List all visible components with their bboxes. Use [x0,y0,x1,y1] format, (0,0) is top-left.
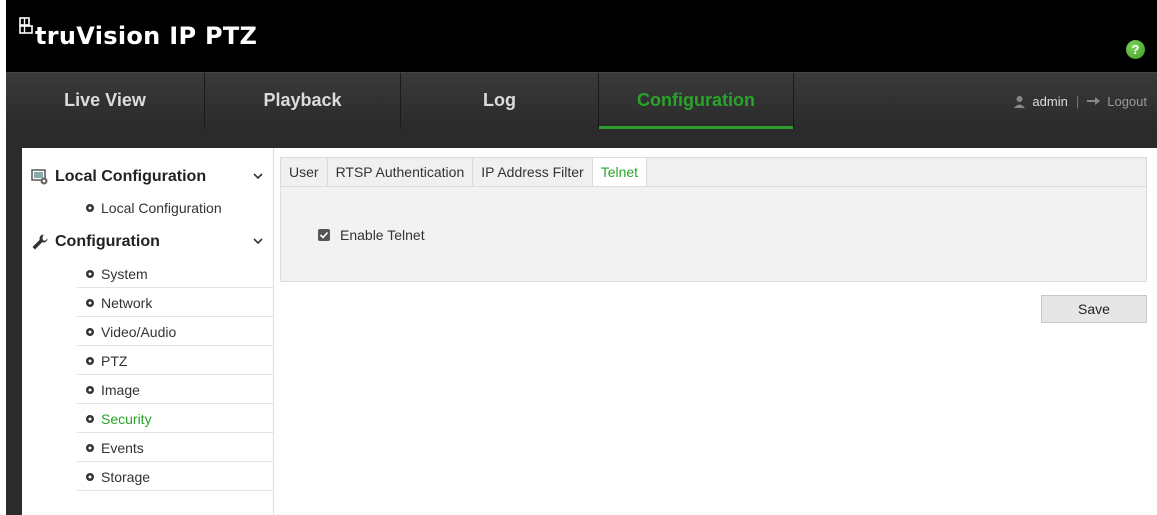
gear-icon [86,356,94,365]
gear-icon [86,414,94,423]
username[interactable]: admin [1032,94,1067,109]
sidebar-item-network[interactable]: Network [77,289,273,317]
checkmark-icon [319,231,329,239]
gear-icon [86,298,94,307]
user-separator: | [1075,93,1080,109]
gear-icon [86,385,94,394]
sidebar-group-label: Configuration [55,233,160,250]
sidebar: Local Configuration Local Configuration … [22,148,274,515]
logout-link[interactable]: Logout [1107,94,1147,109]
sidebar-group-configuration[interactable]: Configuration [22,225,273,259]
sidebar-item-label: PTZ [101,352,128,369]
logout-icon[interactable] [1087,96,1101,106]
sidebar-item-events[interactable]: Events [77,434,273,462]
user-area: admin | Logout [1013,73,1147,129]
sidebar-item-label: Storage [101,468,151,485]
sidebar-item-label: Network [101,294,153,311]
tab-log[interactable]: Log [401,73,599,129]
sidebar-item-storage[interactable]: Storage [77,463,273,491]
sidebar-item-video-audio[interactable]: Video/Audio [77,318,273,346]
local-config-icon [31,169,48,185]
enable-telnet-label: Enable Telnet [340,227,425,243]
top-banner: truVision IP PTZ ? [6,0,1157,72]
gear-icon [86,269,94,278]
main-panel: User RTSP Authentication IP Address Filt… [280,157,1147,515]
sidebar-item-ptz[interactable]: PTZ [77,347,273,375]
security-tabs: User RTSP Authentication IP Address Filt… [280,157,1147,188]
gear-icon [86,327,94,336]
sidebar-item-image[interactable]: Image [77,376,273,404]
tab-user[interactable]: User [281,158,328,186]
sidebar-item-security[interactable]: Security [77,405,273,433]
logo-mark-icon [19,17,33,34]
sidebar-item-label: Local Configuration [101,200,222,216]
telnet-settings-panel: Enable Telnet [280,186,1147,282]
tab-configuration[interactable]: Configuration [599,73,794,129]
sidebar-item-label: Video/Audio [101,323,177,340]
wrench-icon [32,234,48,250]
tab-playback[interactable]: Playback [205,73,401,129]
sidebar-item-label: Image [101,381,140,398]
brand-logo: truVision IP PTZ [18,17,258,50]
help-button[interactable]: ? [1126,40,1145,59]
sidebar-item-local-configuration[interactable]: Local Configuration [77,194,273,222]
tab-live-view[interactable]: Live View [6,73,205,129]
content-area: Local Configuration Local Configuration … [22,148,1157,515]
gear-icon [86,443,94,452]
brand-name: truVision IP PTZ [35,22,258,50]
sidebar-group-label: Local Configuration [55,168,207,185]
tab-rtsp-authentication[interactable]: RTSP Authentication [328,158,474,186]
app-frame: truVision IP PTZ ? Live View Playback Lo… [6,0,1157,515]
gear-icon [86,204,94,212]
sidebar-item-system[interactable]: System [77,260,273,288]
user-icon [1014,95,1026,108]
gear-icon [86,472,94,481]
enable-telnet-row: Enable Telnet [318,227,425,243]
sidebar-item-label: System [101,265,148,282]
main-nav: Live View Playback Log Configuration adm… [6,72,1157,129]
sidebar-item-label: Security [101,410,152,427]
enable-telnet-checkbox[interactable] [318,229,330,241]
tab-telnet[interactable]: Telnet [592,158,648,188]
chevron-down-icon[interactable] [253,172,263,180]
sidebar-item-label: Events [101,439,144,456]
chevron-down-icon[interactable] [253,237,263,245]
tab-ip-address-filter[interactable]: IP Address Filter [473,158,593,186]
sidebar-group-local-configuration[interactable]: Local Configuration [22,160,273,194]
save-button[interactable]: Save [1041,295,1147,323]
